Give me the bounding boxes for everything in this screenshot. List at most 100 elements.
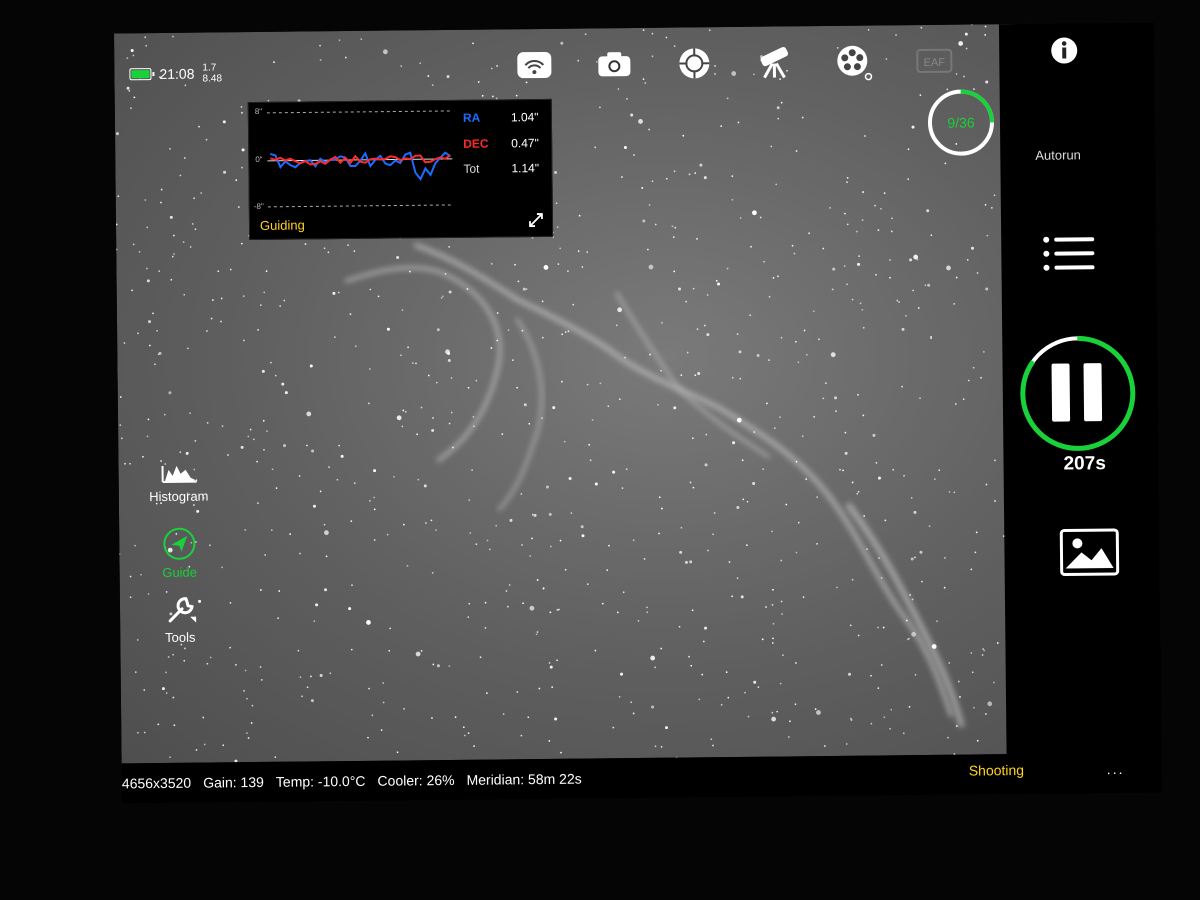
star [264,554,267,556]
pause-button[interactable] [1017,333,1138,454]
star [144,36,147,39]
star [124,462,126,465]
star [851,481,854,484]
star [877,229,880,232]
star [867,28,870,31]
star [699,163,703,167]
star [475,379,478,382]
star [200,192,203,194]
info-button[interactable] [1049,35,1079,70]
histogram-button[interactable]: Histogram [138,457,218,504]
star [259,666,262,668]
star [737,121,740,124]
guide-button[interactable]: Guide [139,525,220,580]
star [691,609,694,612]
star [832,267,836,271]
star [129,575,132,578]
star [732,441,736,445]
star [401,309,404,312]
star [780,101,783,104]
tools-button[interactable]: Tools [140,592,221,645]
status-value-top: 1.7 [202,62,217,74]
star [156,329,159,332]
star [315,603,319,607]
dec-value: 0.47" [511,136,539,151]
filter-wheel-icon[interactable] [814,41,894,82]
star [891,217,893,220]
star [701,673,704,676]
star [712,744,714,747]
star [244,529,247,531]
star [373,508,376,511]
star [283,299,286,302]
telescope-mount-icon[interactable] [734,42,814,83]
guide-graph-panel[interactable]: 8" 0" -8" RA 1.04" DEC 0.47" Tot 1.14" G… [247,98,554,241]
star [436,664,440,668]
star [679,550,683,554]
star [982,648,985,650]
wifi-icon[interactable] [494,45,574,86]
star [849,624,852,627]
star [134,544,136,547]
star [861,308,864,311]
star [812,310,815,313]
star [396,415,402,421]
eaf-icon[interactable]: EAF [894,40,974,81]
star [536,631,539,633]
star [448,245,451,248]
star [910,496,913,499]
star [146,279,150,283]
focus-target-icon[interactable] [654,43,734,84]
star [560,751,562,754]
star [713,512,716,514]
star [689,560,693,564]
autorun-button[interactable]: Autorun [1035,147,1081,162]
more-options[interactable]: ... [1107,761,1125,777]
star [349,313,352,316]
star [856,230,858,233]
list-menu-icon[interactable] [1041,233,1097,278]
star [875,462,878,464]
star [626,97,628,100]
star [548,662,551,664]
star [431,84,434,87]
star [543,265,549,270]
sequence-progress-ring[interactable]: 9/36 [925,86,998,159]
star [205,138,208,141]
star [816,542,818,545]
star [531,537,533,540]
star [607,405,610,408]
camera-icon[interactable] [574,44,654,85]
star [966,258,969,261]
image-gallery-icon[interactable] [1059,528,1120,577]
star [367,736,369,739]
star [692,486,695,489]
star [983,649,986,652]
star [621,176,623,178]
star [690,664,693,667]
star [250,722,253,724]
star [484,627,487,629]
star [686,351,689,354]
expand-icon[interactable] [528,212,544,228]
star [406,564,409,567]
star [985,287,989,291]
star [846,283,848,286]
star [353,250,356,253]
star [496,312,499,314]
star [417,478,420,481]
star [857,262,861,266]
star [630,701,633,704]
star [975,531,978,534]
star [762,468,765,471]
star [471,469,473,472]
star [612,726,615,729]
star [948,490,951,493]
star [731,376,734,379]
star [591,418,594,421]
star [898,301,900,303]
star [396,751,399,754]
star [382,682,385,684]
star [756,354,760,358]
star [720,703,723,706]
